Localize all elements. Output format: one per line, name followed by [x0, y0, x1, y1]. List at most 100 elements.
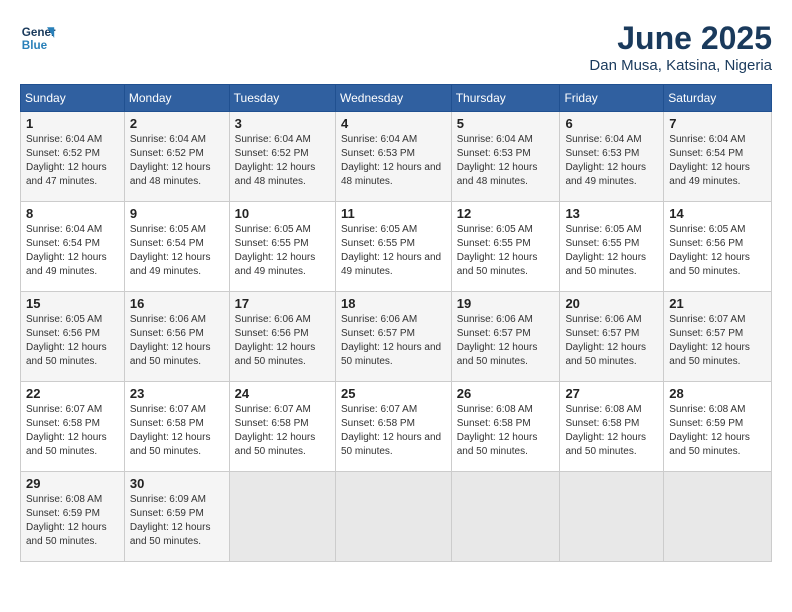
- day-info: Sunrise: 6:07 AM Sunset: 6:57 PM Dayligh…: [669, 313, 766, 369]
- calendar-cell: 27 Sunrise: 6:08 AM Sunset: 6:58 PM Dayl…: [560, 382, 664, 472]
- header-friday: Friday: [560, 85, 664, 112]
- calendar-cell: [229, 472, 335, 562]
- calendar-cell: 23 Sunrise: 6:07 AM Sunset: 6:58 PM Dayl…: [124, 382, 229, 472]
- day-info: Sunrise: 6:06 AM Sunset: 6:56 PM Dayligh…: [235, 313, 330, 369]
- calendar-cell: [336, 472, 452, 562]
- day-info: Sunrise: 6:04 AM Sunset: 6:52 PM Dayligh…: [235, 133, 330, 189]
- day-number: 24: [235, 386, 330, 401]
- day-info: Sunrise: 6:09 AM Sunset: 6:59 PM Dayligh…: [130, 493, 224, 549]
- calendar-cell: 3 Sunrise: 6:04 AM Sunset: 6:52 PM Dayli…: [229, 112, 335, 202]
- day-info: Sunrise: 6:08 AM Sunset: 6:59 PM Dayligh…: [669, 403, 766, 459]
- day-number: 8: [26, 206, 119, 221]
- calendar-cell: 9 Sunrise: 6:05 AM Sunset: 6:54 PM Dayli…: [124, 202, 229, 292]
- header-thursday: Thursday: [451, 85, 560, 112]
- calendar-cell: [664, 472, 772, 562]
- day-number: 28: [669, 386, 766, 401]
- calendar-cell: 6 Sunrise: 6:04 AM Sunset: 6:53 PM Dayli…: [560, 112, 664, 202]
- day-info: Sunrise: 6:07 AM Sunset: 6:58 PM Dayligh…: [26, 403, 119, 459]
- day-number: 4: [341, 116, 446, 131]
- day-info: Sunrise: 6:08 AM Sunset: 6:58 PM Dayligh…: [565, 403, 658, 459]
- location-subtitle: Dan Musa, Katsina, Nigeria: [589, 57, 772, 74]
- svg-text:Blue: Blue: [22, 39, 48, 52]
- calendar-cell: 26 Sunrise: 6:08 AM Sunset: 6:58 PM Dayl…: [451, 382, 560, 472]
- day-info: Sunrise: 6:07 AM Sunset: 6:58 PM Dayligh…: [235, 403, 330, 459]
- calendar-week-row: 8 Sunrise: 6:04 AM Sunset: 6:54 PM Dayli…: [21, 202, 772, 292]
- header-tuesday: Tuesday: [229, 85, 335, 112]
- day-info: Sunrise: 6:05 AM Sunset: 6:56 PM Dayligh…: [26, 313, 119, 369]
- day-info: Sunrise: 6:06 AM Sunset: 6:57 PM Dayligh…: [457, 313, 555, 369]
- day-number: 20: [565, 296, 658, 311]
- day-info: Sunrise: 6:04 AM Sunset: 6:53 PM Dayligh…: [457, 133, 555, 189]
- calendar-week-row: 1 Sunrise: 6:04 AM Sunset: 6:52 PM Dayli…: [21, 112, 772, 202]
- day-info: Sunrise: 6:07 AM Sunset: 6:58 PM Dayligh…: [130, 403, 224, 459]
- calendar-cell: 21 Sunrise: 6:07 AM Sunset: 6:57 PM Dayl…: [664, 292, 772, 382]
- header-sunday: Sunday: [21, 85, 125, 112]
- day-info: Sunrise: 6:04 AM Sunset: 6:54 PM Dayligh…: [669, 133, 766, 189]
- calendar-cell: 5 Sunrise: 6:04 AM Sunset: 6:53 PM Dayli…: [451, 112, 560, 202]
- weekday-header-row: Sunday Monday Tuesday Wednesday Thursday…: [21, 85, 772, 112]
- calendar-cell: 24 Sunrise: 6:07 AM Sunset: 6:58 PM Dayl…: [229, 382, 335, 472]
- day-info: Sunrise: 6:04 AM Sunset: 6:53 PM Dayligh…: [565, 133, 658, 189]
- day-info: Sunrise: 6:06 AM Sunset: 6:57 PM Dayligh…: [341, 313, 446, 369]
- calendar-cell: 2 Sunrise: 6:04 AM Sunset: 6:52 PM Dayli…: [124, 112, 229, 202]
- calendar-cell: 16 Sunrise: 6:06 AM Sunset: 6:56 PM Dayl…: [124, 292, 229, 382]
- logo: General Blue: [20, 20, 56, 56]
- day-number: 17: [235, 296, 330, 311]
- calendar-cell: 28 Sunrise: 6:08 AM Sunset: 6:59 PM Dayl…: [664, 382, 772, 472]
- day-number: 21: [669, 296, 766, 311]
- day-number: 6: [565, 116, 658, 131]
- day-info: Sunrise: 6:08 AM Sunset: 6:59 PM Dayligh…: [26, 493, 119, 549]
- day-number: 3: [235, 116, 330, 131]
- calendar-week-row: 22 Sunrise: 6:07 AM Sunset: 6:58 PM Dayl…: [21, 382, 772, 472]
- month-year-title: June 2025: [589, 20, 772, 57]
- day-info: Sunrise: 6:05 AM Sunset: 6:56 PM Dayligh…: [669, 223, 766, 279]
- day-number: 10: [235, 206, 330, 221]
- day-number: 16: [130, 296, 224, 311]
- header-wednesday: Wednesday: [336, 85, 452, 112]
- day-number: 27: [565, 386, 658, 401]
- calendar-body: 1 Sunrise: 6:04 AM Sunset: 6:52 PM Dayli…: [21, 112, 772, 562]
- calendar-cell: 30 Sunrise: 6:09 AM Sunset: 6:59 PM Dayl…: [124, 472, 229, 562]
- calendar-cell: 14 Sunrise: 6:05 AM Sunset: 6:56 PM Dayl…: [664, 202, 772, 292]
- day-number: 7: [669, 116, 766, 131]
- header-saturday: Saturday: [664, 85, 772, 112]
- calendar-cell: [560, 472, 664, 562]
- day-number: 30: [130, 476, 224, 491]
- day-info: Sunrise: 6:04 AM Sunset: 6:54 PM Dayligh…: [26, 223, 119, 279]
- day-info: Sunrise: 6:05 AM Sunset: 6:54 PM Dayligh…: [130, 223, 224, 279]
- calendar-cell: 19 Sunrise: 6:06 AM Sunset: 6:57 PM Dayl…: [451, 292, 560, 382]
- day-info: Sunrise: 6:04 AM Sunset: 6:52 PM Dayligh…: [26, 133, 119, 189]
- day-number: 1: [26, 116, 119, 131]
- calendar-cell: 4 Sunrise: 6:04 AM Sunset: 6:53 PM Dayli…: [336, 112, 452, 202]
- day-number: 23: [130, 386, 224, 401]
- day-info: Sunrise: 6:04 AM Sunset: 6:52 PM Dayligh…: [130, 133, 224, 189]
- day-number: 25: [341, 386, 446, 401]
- day-info: Sunrise: 6:06 AM Sunset: 6:57 PM Dayligh…: [565, 313, 658, 369]
- page-header: General Blue June 2025 Dan Musa, Katsina…: [20, 20, 772, 74]
- calendar-week-row: 29 Sunrise: 6:08 AM Sunset: 6:59 PM Dayl…: [21, 472, 772, 562]
- calendar-week-row: 15 Sunrise: 6:05 AM Sunset: 6:56 PM Dayl…: [21, 292, 772, 382]
- day-info: Sunrise: 6:04 AM Sunset: 6:53 PM Dayligh…: [341, 133, 446, 189]
- day-number: 11: [341, 206, 446, 221]
- calendar-cell: 12 Sunrise: 6:05 AM Sunset: 6:55 PM Dayl…: [451, 202, 560, 292]
- day-info: Sunrise: 6:08 AM Sunset: 6:58 PM Dayligh…: [457, 403, 555, 459]
- day-info: Sunrise: 6:05 AM Sunset: 6:55 PM Dayligh…: [457, 223, 555, 279]
- calendar-cell: 8 Sunrise: 6:04 AM Sunset: 6:54 PM Dayli…: [21, 202, 125, 292]
- calendar-cell: [451, 472, 560, 562]
- day-number: 13: [565, 206, 658, 221]
- calendar-cell: 17 Sunrise: 6:06 AM Sunset: 6:56 PM Dayl…: [229, 292, 335, 382]
- calendar-cell: 11 Sunrise: 6:05 AM Sunset: 6:55 PM Dayl…: [336, 202, 452, 292]
- title-section: June 2025 Dan Musa, Katsina, Nigeria: [589, 20, 772, 74]
- calendar-cell: 1 Sunrise: 6:04 AM Sunset: 6:52 PM Dayli…: [21, 112, 125, 202]
- calendar-table: Sunday Monday Tuesday Wednesday Thursday…: [20, 84, 772, 562]
- day-number: 14: [669, 206, 766, 221]
- day-number: 2: [130, 116, 224, 131]
- day-info: Sunrise: 6:07 AM Sunset: 6:58 PM Dayligh…: [341, 403, 446, 459]
- calendar-cell: 22 Sunrise: 6:07 AM Sunset: 6:58 PM Dayl…: [21, 382, 125, 472]
- day-info: Sunrise: 6:05 AM Sunset: 6:55 PM Dayligh…: [565, 223, 658, 279]
- calendar-cell: 15 Sunrise: 6:05 AM Sunset: 6:56 PM Dayl…: [21, 292, 125, 382]
- day-number: 12: [457, 206, 555, 221]
- day-info: Sunrise: 6:05 AM Sunset: 6:55 PM Dayligh…: [235, 223, 330, 279]
- calendar-cell: 7 Sunrise: 6:04 AM Sunset: 6:54 PM Dayli…: [664, 112, 772, 202]
- calendar-cell: 29 Sunrise: 6:08 AM Sunset: 6:59 PM Dayl…: [21, 472, 125, 562]
